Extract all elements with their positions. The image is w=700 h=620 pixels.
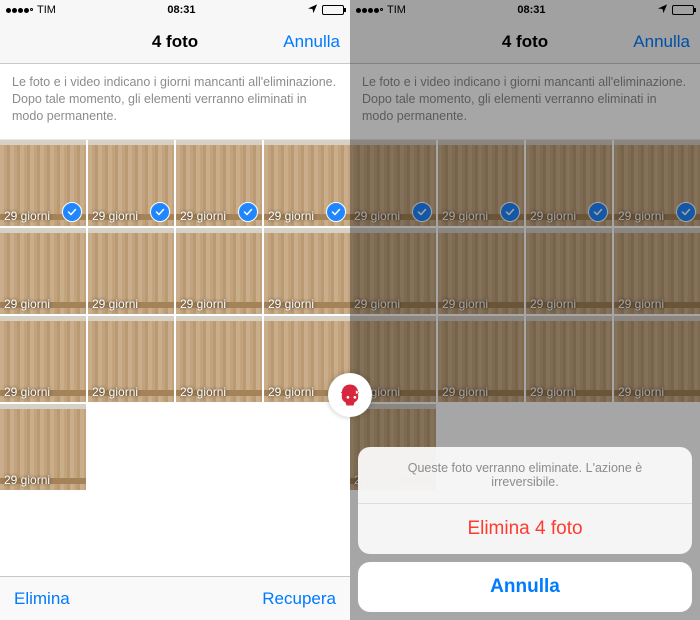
carrier-label: TIM <box>37 4 56 16</box>
sheet-delete-button[interactable]: Elimina 4 foto <box>358 504 692 554</box>
action-sheet: Queste foto verranno eliminate. L'azione… <box>358 447 692 612</box>
nav-bar: 4 foto Annulla <box>0 20 350 64</box>
photo-thumbnail[interactable]: 29 giorni <box>88 228 174 314</box>
photo-grid: 29 giorni 29 giorni 29 giorni 29 giorni 29 g… <box>0 140 350 490</box>
nav-bar: 4 foto Annulla <box>350 20 700 64</box>
days-label: 29 giorni <box>268 209 314 223</box>
info-text: Le foto e i video indicano i giorni manc… <box>0 64 350 140</box>
days-label: 29 giorni <box>442 297 488 311</box>
info-text: Le foto e i video indicano i giorni manc… <box>350 64 700 140</box>
days-label: 29 giorni <box>354 297 400 311</box>
days-label: 29 giorni <box>180 297 226 311</box>
days-label: 29 giorni <box>268 385 314 399</box>
selected-check-icon <box>676 202 696 222</box>
days-label: 29 giorni <box>4 209 50 223</box>
photo-thumbnail[interactable]: 29 giorni <box>0 228 86 314</box>
location-icon <box>657 3 668 17</box>
location-icon <box>307 3 318 17</box>
photo-thumbnail[interactable]: 29 giorni <box>264 228 350 314</box>
photo-thumbnail[interactable]: 29 giorni <box>176 316 262 402</box>
selected-check-icon <box>150 202 170 222</box>
days-label: 29 giorni <box>92 209 138 223</box>
battery-icon <box>672 5 694 15</box>
delete-button[interactable]: Elimina <box>14 589 70 609</box>
watermark-helmet-icon <box>328 373 372 417</box>
photo-thumbnail[interactable]: 29 giorni <box>526 316 612 402</box>
selected-check-icon <box>326 202 346 222</box>
days-label: 29 giorni <box>618 297 664 311</box>
nav-title: 4 foto <box>152 32 198 52</box>
days-label: 29 giorni <box>4 297 50 311</box>
selected-check-icon <box>588 202 608 222</box>
photo-thumbnail[interactable]: 29 giorni <box>350 228 436 314</box>
phone-right: TIM 08:31 4 foto Annulla Le foto e i vid… <box>350 0 700 620</box>
carrier-label: TIM <box>387 4 406 16</box>
selected-check-icon <box>412 202 432 222</box>
days-label: 29 giorni <box>618 385 664 399</box>
photo-thumbnail[interactable]: 29 giorni <box>88 316 174 402</box>
photo-thumbnail[interactable]: 29 giorni <box>0 404 86 490</box>
days-label: 29 giorni <box>180 385 226 399</box>
recover-button[interactable]: Recupera <box>262 589 336 609</box>
days-label: 29 giorni <box>530 209 576 223</box>
days-label: 29 giorni <box>442 385 488 399</box>
photo-thumbnail[interactable]: 29 giorni <box>264 140 350 226</box>
days-label: 29 giorni <box>442 209 488 223</box>
photo-thumbnail[interactable]: 29 giorni <box>526 140 612 226</box>
photo-thumbnail[interactable]: 29 giorni <box>614 228 700 314</box>
days-label: 29 giorni <box>530 385 576 399</box>
days-label: 29 giorni <box>4 473 50 487</box>
photo-thumbnail[interactable]: 29 giorni <box>526 228 612 314</box>
battery-icon <box>322 5 344 15</box>
selected-check-icon <box>500 202 520 222</box>
signal-dots-icon <box>356 8 383 13</box>
sheet-message: Queste foto verranno eliminate. L'azione… <box>358 447 692 504</box>
phone-left: TIM 08:31 4 foto Annulla Le foto e i vid… <box>0 0 350 620</box>
selected-check-icon <box>62 202 82 222</box>
photo-thumbnail[interactable]: 29 giorni <box>176 140 262 226</box>
nav-title: 4 foto <box>502 32 548 52</box>
photo-thumbnail[interactable]: 29 giorni <box>614 140 700 226</box>
photo-thumbnail[interactable]: 29 giorni <box>176 228 262 314</box>
sheet-cancel-button[interactable]: Annulla <box>358 562 692 612</box>
days-label: 29 giorni <box>92 385 138 399</box>
days-label: 29 giorni <box>354 209 400 223</box>
clock-label: 08:31 <box>517 4 545 16</box>
days-label: 29 giorni <box>180 209 226 223</box>
clock-label: 08:31 <box>167 4 195 16</box>
toolbar: Elimina Recupera <box>0 576 350 620</box>
days-label: 29 giorni <box>530 297 576 311</box>
days-label: 29 giorni <box>92 297 138 311</box>
photo-thumbnail[interactable]: 29 giorni <box>88 140 174 226</box>
photo-thumbnail[interactable]: 29 giorni <box>0 316 86 402</box>
status-bar: TIM 08:31 <box>0 0 350 20</box>
photo-thumbnail[interactable]: 29 giorni <box>438 228 524 314</box>
cancel-button[interactable]: Annulla <box>633 32 690 52</box>
photo-grid: 29 giorni 29 giorni 29 giorni 29 giorni 29 g… <box>350 140 700 490</box>
days-label: 29 giorni <box>618 209 664 223</box>
photo-thumbnail[interactable]: 29 giorni <box>350 140 436 226</box>
photo-thumbnail[interactable]: 29 giorni <box>438 316 524 402</box>
photo-thumbnail[interactable]: 29 giorni <box>438 140 524 226</box>
photo-thumbnail[interactable]: 29 giorni <box>614 316 700 402</box>
photo-thumbnail[interactable]: 29 giorni <box>0 140 86 226</box>
signal-dots-icon <box>6 8 33 13</box>
cancel-button[interactable]: Annulla <box>283 32 340 52</box>
selected-check-icon <box>238 202 258 222</box>
days-label: 29 giorni <box>4 385 50 399</box>
status-bar: TIM 08:31 <box>350 0 700 20</box>
days-label: 29 giorni <box>268 297 314 311</box>
